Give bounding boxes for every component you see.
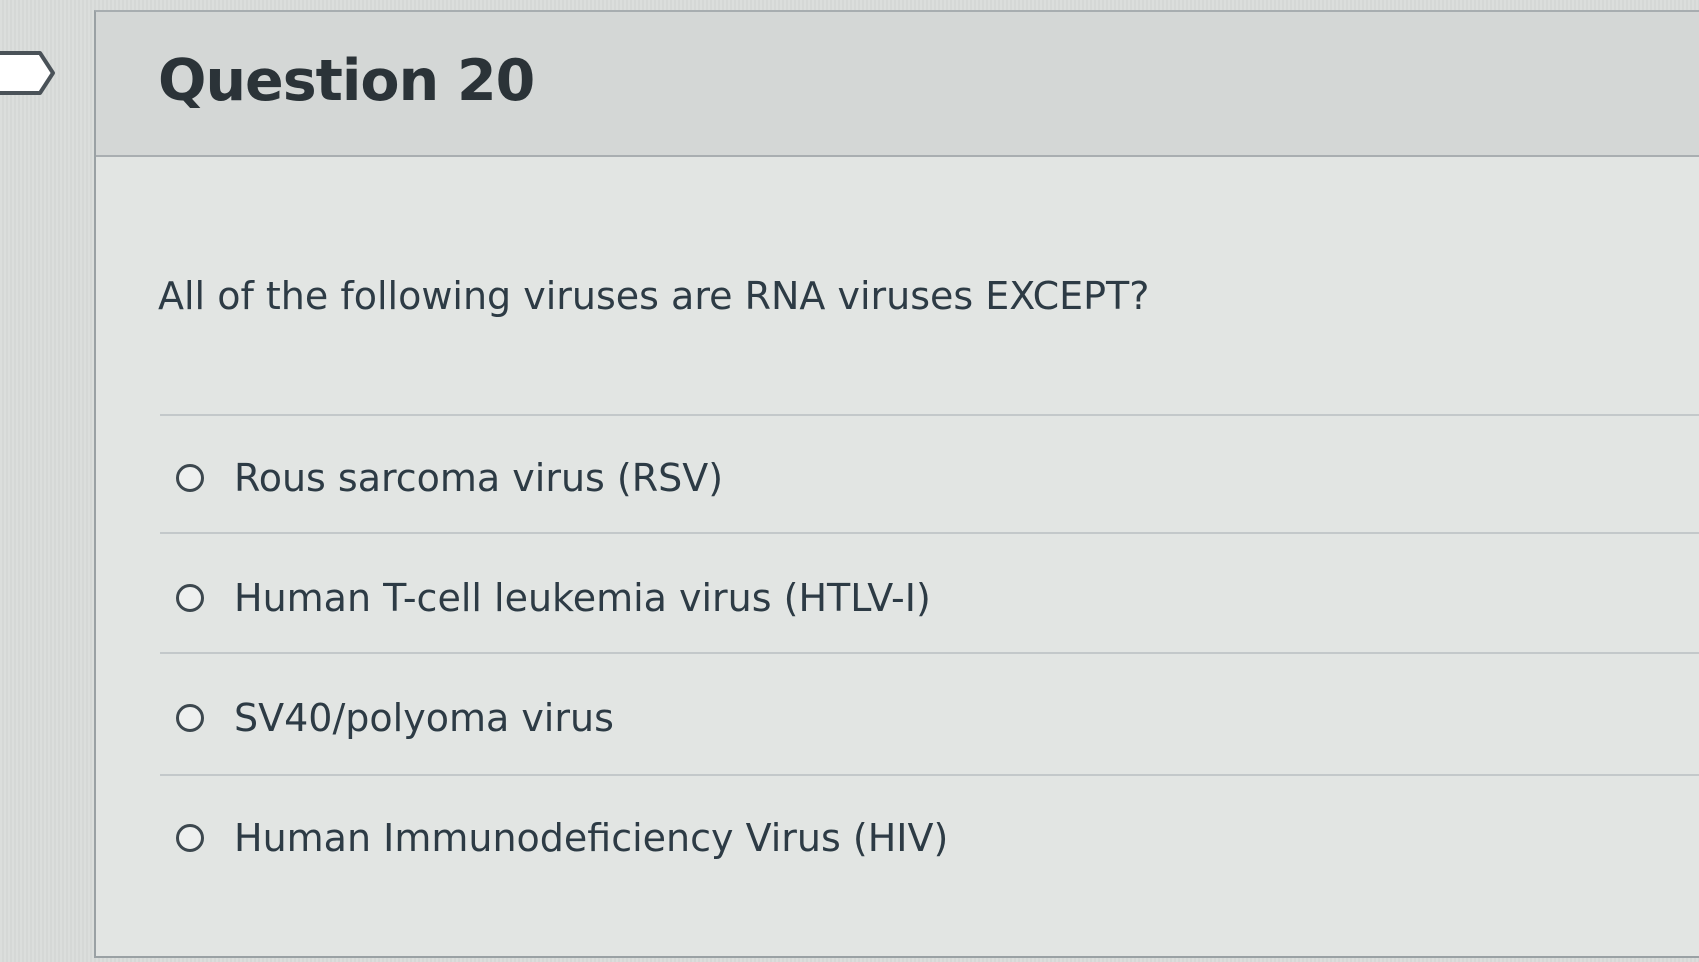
answer-label: Rous sarcoma virus (RSV) (234, 456, 724, 500)
answer-label: Human Immunodeficiency Virus (HIV) (234, 816, 949, 860)
question-card: Question 20 All of the following viruses… (94, 10, 1699, 958)
answer-divider (160, 414, 1699, 416)
answer-divider (160, 652, 1699, 654)
question-flag-icon[interactable] (0, 48, 58, 98)
question-header: Question 20 (96, 12, 1699, 157)
question-prompt: All of the following viruses are RNA vir… (158, 274, 1150, 318)
question-title: Question 20 (158, 48, 535, 114)
answer-divider (160, 532, 1699, 534)
radio-button-icon[interactable] (176, 464, 204, 492)
radio-button-icon[interactable] (176, 584, 204, 612)
radio-button-icon[interactable] (176, 824, 204, 852)
answer-option-hiv[interactable]: Human Immunodeficiency Virus (HIV) (176, 808, 948, 868)
answer-option-sv40[interactable]: SV40/polyoma virus (176, 688, 614, 748)
answer-label: Human T-cell leukemia virus (HTLV-I) (234, 576, 931, 620)
answer-option-rsv[interactable]: Rous sarcoma virus (RSV) (176, 448, 723, 508)
radio-button-icon[interactable] (176, 704, 204, 732)
answer-label: SV40/polyoma virus (234, 696, 614, 740)
answer-divider (160, 774, 1699, 776)
answer-option-htlv[interactable]: Human T-cell leukemia virus (HTLV-I) (176, 568, 931, 628)
